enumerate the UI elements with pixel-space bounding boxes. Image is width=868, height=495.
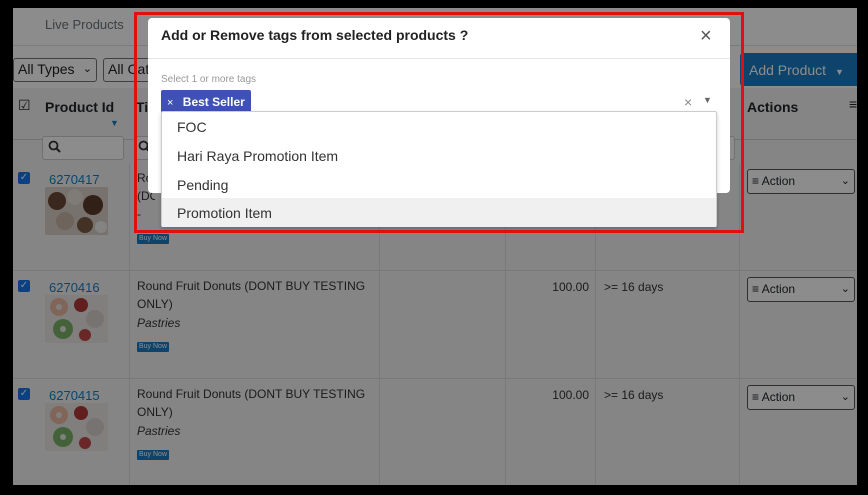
screen: Live Products All Types ⌄ All Cat Add Pr… [13, 8, 857, 485]
screenshot-frame: Live Products All Types ⌄ All Cat Add Pr… [0, 0, 868, 495]
highlight-annotation-box [134, 12, 744, 233]
